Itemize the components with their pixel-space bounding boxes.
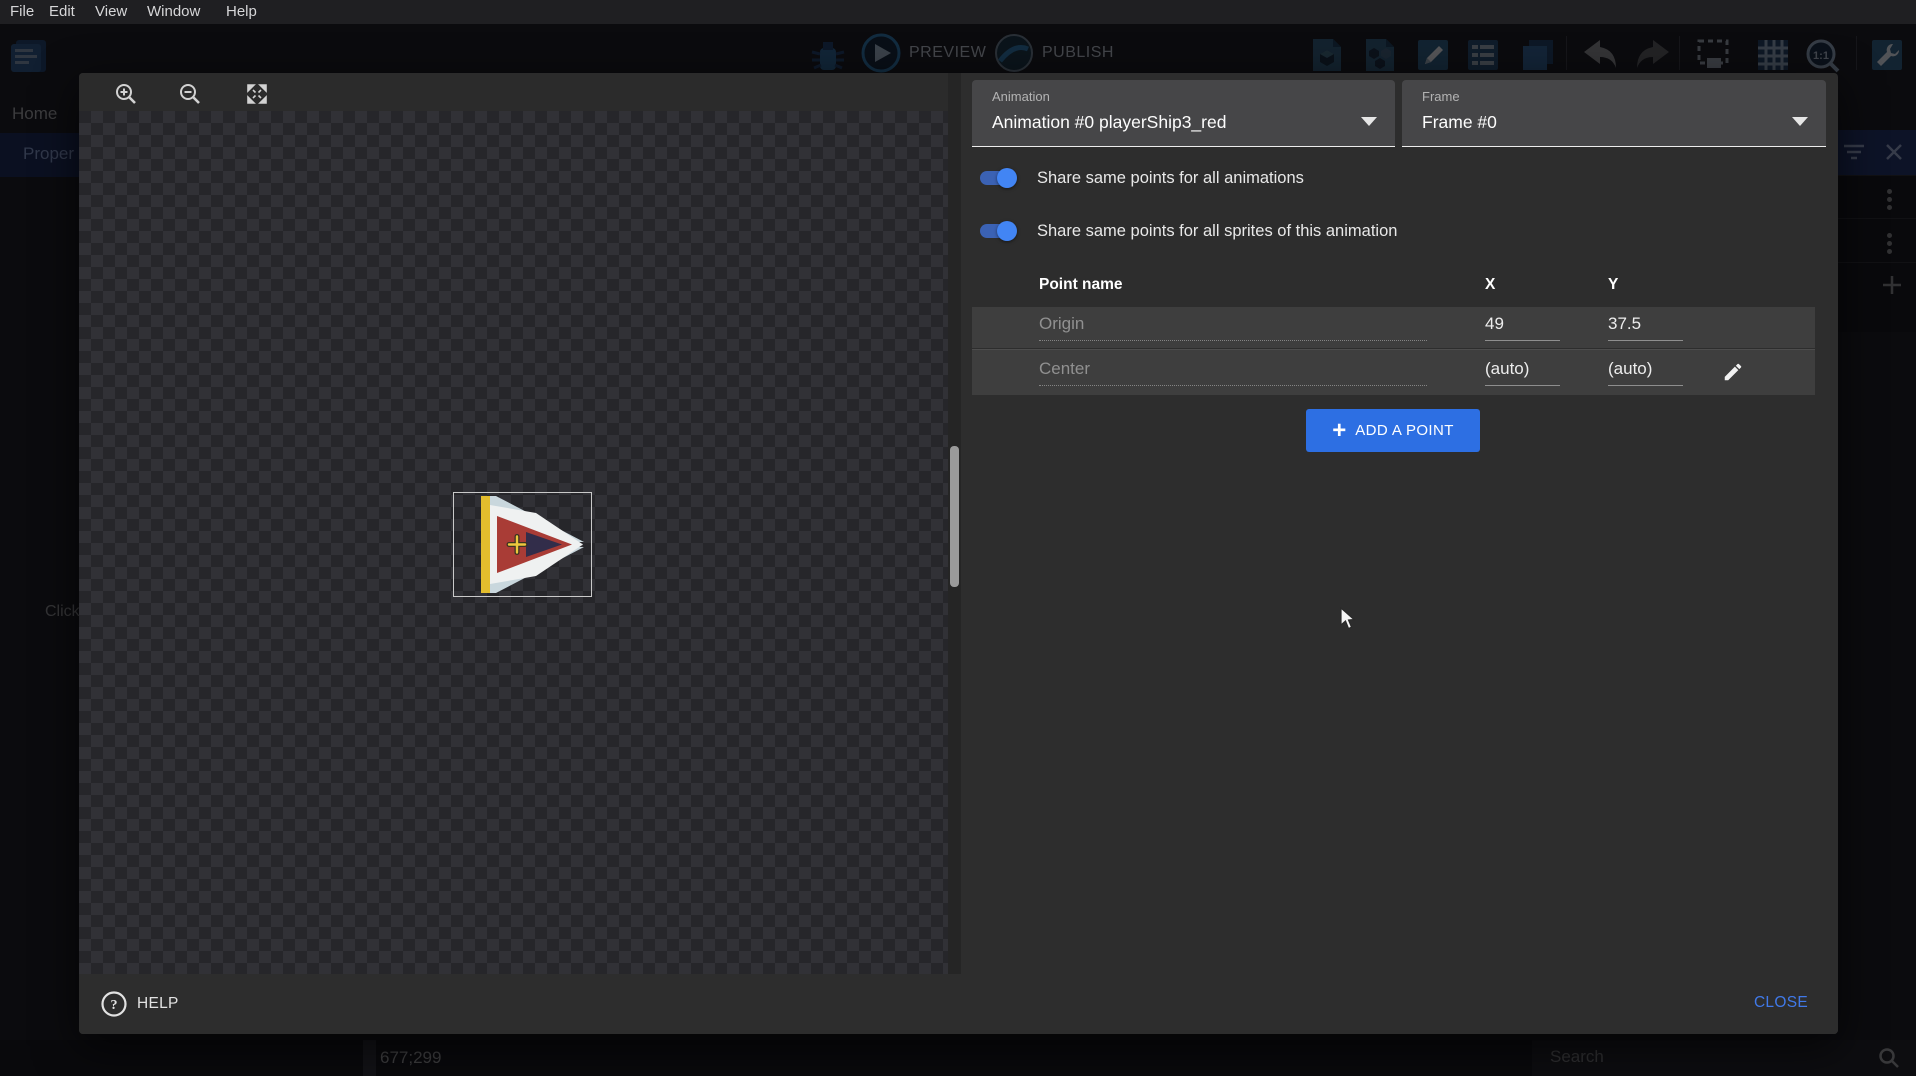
frame-select[interactable]: Frame Frame #0 bbox=[1402, 80, 1826, 147]
add-a-point-label: ADD A POINT bbox=[1355, 422, 1454, 439]
point-y-field[interactable]: 37.5 bbox=[1608, 314, 1683, 341]
sprite-canvas bbox=[79, 73, 948, 974]
menu-edit[interactable]: Edit bbox=[49, 3, 75, 20]
column-header-name: Point name bbox=[1039, 276, 1123, 294]
menu-help[interactable]: Help bbox=[226, 3, 257, 20]
share-points-all-sprites-label: Share same points for all sprites of thi… bbox=[1037, 222, 1397, 241]
frame-select-value: Frame #0 bbox=[1422, 112, 1497, 133]
point-x-field[interactable]: (auto) bbox=[1485, 359, 1560, 386]
edit-points-dialog: Animation Animation #0 playerShip3_red F… bbox=[79, 73, 1838, 1034]
frame-select-label: Frame bbox=[1422, 89, 1460, 104]
help-button[interactable]: ? HELP bbox=[101, 989, 179, 1019]
column-header-y: Y bbox=[1608, 276, 1618, 294]
point-name-field: Center bbox=[1039, 359, 1427, 386]
chevron-down-icon bbox=[1792, 117, 1808, 126]
menu-bar: File Edit View Window Help bbox=[0, 0, 1916, 24]
help-label: HELP bbox=[137, 995, 179, 1013]
sprite-selection-box[interactable] bbox=[453, 492, 592, 597]
point-name-field: Origin bbox=[1039, 314, 1427, 341]
animation-select-value: Animation #0 playerShip3_red bbox=[992, 112, 1226, 133]
share-points-all-animations-toggle[interactable] bbox=[977, 168, 1017, 188]
menu-view[interactable]: View bbox=[95, 3, 127, 20]
player-ship-sprite[interactable] bbox=[454, 493, 591, 596]
app-window: PREVIEW PUBLISH bbox=[0, 0, 1916, 1076]
table-row-center[interactable]: Center (auto) (auto) bbox=[972, 349, 1815, 395]
svg-text:?: ? bbox=[111, 998, 118, 1013]
zoom-out-icon[interactable] bbox=[178, 82, 202, 106]
canvas-scrollbar[interactable] bbox=[948, 73, 961, 974]
close-button[interactable]: CLOSE bbox=[1754, 994, 1808, 1012]
chevron-down-icon bbox=[1361, 117, 1377, 126]
menu-window[interactable]: Window bbox=[147, 3, 200, 20]
fit-to-view-icon[interactable] bbox=[245, 82, 269, 106]
animation-select-label: Animation bbox=[992, 89, 1050, 104]
menu-file[interactable]: File bbox=[10, 3, 34, 20]
mouse-cursor bbox=[1340, 607, 1357, 631]
share-points-all-sprites-toggle[interactable] bbox=[977, 221, 1017, 241]
column-header-x: X bbox=[1485, 276, 1495, 294]
edit-point-icon[interactable] bbox=[1722, 361, 1744, 383]
animation-select[interactable]: Animation Animation #0 playerShip3_red bbox=[972, 80, 1395, 147]
share-points-all-animations-label: Share same points for all animations bbox=[1037, 169, 1304, 188]
plus-icon: + bbox=[1332, 421, 1346, 441]
help-icon: ? bbox=[101, 991, 127, 1017]
zoom-in-icon[interactable] bbox=[114, 82, 138, 106]
dialog-bottom-bar: ? HELP CLOSE bbox=[79, 974, 1838, 1034]
point-y-field[interactable]: (auto) bbox=[1608, 359, 1683, 386]
point-x-field[interactable]: 49 bbox=[1485, 314, 1560, 341]
table-row-origin[interactable]: Origin 49 37.5 bbox=[972, 307, 1815, 348]
transparency-checkerboard[interactable] bbox=[79, 111, 948, 974]
scrollbar-thumb[interactable] bbox=[950, 446, 959, 587]
add-a-point-button[interactable]: + ADD A POINT bbox=[1306, 409, 1480, 452]
